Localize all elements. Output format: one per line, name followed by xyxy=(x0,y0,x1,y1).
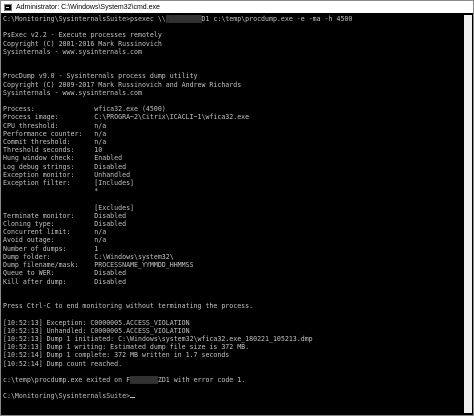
prompt: C:\Monitoring\SysinternalsSuite> xyxy=(3,15,131,23)
log-line: [10:52:14] Dump count reached. xyxy=(3,359,123,368)
setting-line: Queue to WER: Disabled xyxy=(3,269,127,278)
setting-line: Kill after dump: Disabled xyxy=(3,277,127,286)
setting-line: Terminate monitor: Disabled xyxy=(3,211,127,220)
psexec-line-3: Sysinternals - www.sysinternals.com xyxy=(3,47,142,56)
command-pre: psexec \\ xyxy=(130,15,166,23)
log-line: [10:52:13] Dump 1 writing: Estimated dum… xyxy=(3,343,250,352)
setting-line: * xyxy=(3,187,99,196)
setting-line: CPU threshold: n/a xyxy=(3,121,107,130)
cmd-window: Administrator: C:\Windows\System32\cmd.e… xyxy=(0,0,474,416)
console-text: C:\Monitoring\SysinternalsSuite>psexec \… xyxy=(3,15,463,401)
exit-pre: c:\temp\procdump.exe exited on F xyxy=(3,375,131,384)
setting-line: Dump filename/mask: PROCESSNAME_YYMMDD_H… xyxy=(3,261,194,270)
setting-line: Concurrent limit: n/a xyxy=(3,228,107,237)
psexec-line-2: Copyright (C) 2001-2016 Mark Russinovich xyxy=(3,39,162,48)
command-post: D1 c:\temp\procdump.exe -e -ma -h 4500 xyxy=(201,15,353,23)
title-bar[interactable]: Administrator: C:\Windows\System32\cmd.e… xyxy=(1,1,473,13)
setting-line: Log debug strings: Disabled xyxy=(3,162,127,171)
setting-line: Commit threshold: n/a xyxy=(3,138,107,147)
exit-post: ZD1 with error code 1. xyxy=(157,375,246,384)
setting-line: Hung window check: Enabled xyxy=(3,154,123,163)
setting-line: Exception monitor: Unhandled xyxy=(3,170,131,179)
setting-line: [Excludes] xyxy=(3,203,135,212)
log-line: [10:52:13] Dump 1 initiated: C:\Windows\… xyxy=(3,334,313,343)
prompt: C:\Monitoring\SysinternalsSuite> xyxy=(3,392,131,401)
setting-line: Exception filter: [Includes] xyxy=(3,179,135,188)
setting-line: Threshold seconds: 10 xyxy=(3,146,103,155)
redacted-hostname: ▒▒▒▒▒▒▒ xyxy=(130,375,158,384)
setting-line: Process image: C:\PROGRA~2\Citrix\ICACLI… xyxy=(3,113,250,122)
setting-line: Number of dumps: 1 xyxy=(3,244,99,253)
psexec-line-1: PsExec v2.2 - Execute processes remotely xyxy=(3,31,162,40)
setting-line: Avoid outage: n/a xyxy=(3,236,107,245)
procdump-line-3: Sysinternals - www.sysinternals.com xyxy=(3,88,142,97)
procdump-line-2: Copyright (C) 2009-2017 Mark Russinovich… xyxy=(3,80,242,89)
text-cursor xyxy=(130,397,136,399)
log-line: [10:52:14] Dump 1 complete: 372 MB writt… xyxy=(3,351,230,360)
setting-line: Dump folder: C:\Windows\system32\ xyxy=(3,252,174,261)
setting-line: Process: wfica32.exe (4500) xyxy=(3,105,166,114)
ctrl-c-message: Press Ctrl-C to end monitoring without t… xyxy=(3,302,254,311)
log-line: [10:52:13] Exception: C0000005.ACCESS_VI… xyxy=(3,318,190,327)
vertical-scrollbar[interactable] xyxy=(464,15,472,413)
console-output[interactable]: C:\Monitoring\SysinternalsSuite>psexec \… xyxy=(3,15,463,413)
procdump-line-1: ProcDump v9.0 - Sysinternals process dum… xyxy=(3,72,198,81)
setting-line: Cloning type: Disabled xyxy=(3,220,127,229)
log-line: [10:52:13] Unhandled: C0000005.ACCESS_VI… xyxy=(3,326,190,335)
redacted-hostname: F▒▒▒▒▒▒▒▒ xyxy=(165,15,202,23)
window-title: Administrator: C:\Windows\System32\cmd.e… xyxy=(16,3,160,11)
cmd-icon xyxy=(4,3,12,11)
setting-line: Performance counter: n/a xyxy=(3,129,107,138)
